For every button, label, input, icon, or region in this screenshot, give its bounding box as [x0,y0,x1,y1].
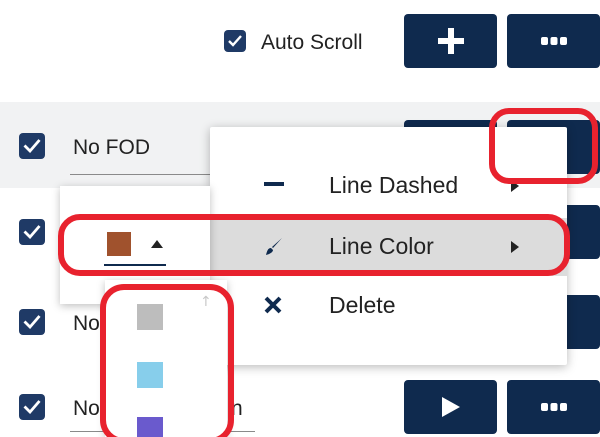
annotation-highlight-more-button [489,108,598,184]
row-checkbox-4[interactable] [19,394,45,420]
dash-icon [264,182,284,186]
plus-icon [438,28,464,54]
menu-item-label: Line Dashed [329,172,459,198]
annotation-highlight-line-color [58,214,570,276]
auto-scroll-checkbox[interactable] [224,30,246,52]
row-name-underline-1 [70,174,210,175]
row-play-button-4[interactable] [404,380,497,434]
row-checkbox-3[interactable] [19,309,45,335]
annotation-highlight-swatches [100,284,234,437]
row-name-1[interactable]: No FOD [73,136,150,160]
check-icon [23,400,41,414]
ellipsis-icon [541,403,567,411]
row-name-4[interactable]: No [73,397,100,421]
check-icon [228,35,242,47]
row-more-button-4[interactable] [507,380,600,434]
close-icon [264,296,282,314]
play-icon [442,397,460,417]
check-icon [23,139,41,153]
more-options-button[interactable] [507,14,600,68]
menu-item-delete[interactable]: Delete [210,277,567,335]
row-checkbox-2[interactable] [19,219,45,245]
menu-item-label: Delete [329,292,396,318]
ellipsis-icon [541,37,567,45]
check-icon [23,315,41,329]
auto-scroll-label: Auto Scroll [261,31,363,54]
row-name-3[interactable]: No [73,312,100,336]
add-button[interactable] [404,14,497,68]
row-checkbox-1[interactable] [19,133,45,159]
check-icon [23,225,41,239]
